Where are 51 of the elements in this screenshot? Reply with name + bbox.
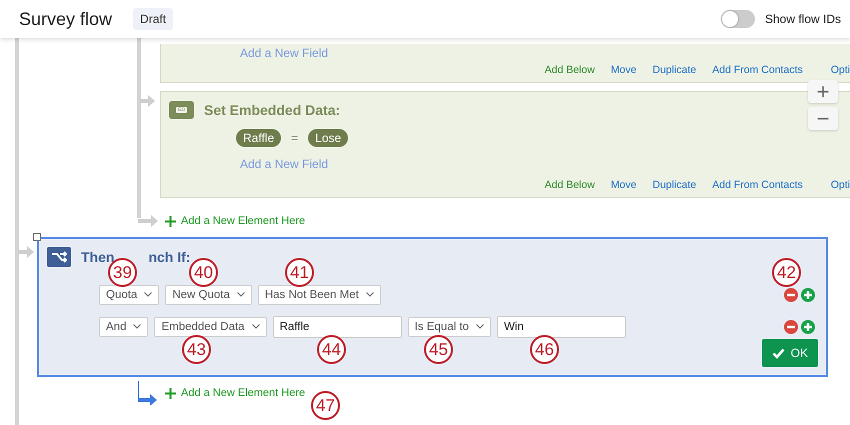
- collapse-icon[interactable]: [33, 233, 41, 241]
- dropdown[interactable]: Is Equal to: [408, 317, 491, 337]
- action-link[interactable]: Opti: [830, 64, 850, 76]
- dropdown[interactable]: Embedded Data: [154, 317, 267, 337]
- dropdown[interactable]: New Quota: [165, 285, 252, 305]
- caret-icon: [144, 292, 152, 298]
- toggle-label: Show flow IDs: [764, 12, 841, 26]
- callout-number: 47: [311, 391, 340, 420]
- ok-button[interactable]: OK: [762, 339, 818, 367]
- remove-icon[interactable]: [784, 320, 798, 334]
- action-link[interactable]: Add From Contacts: [712, 179, 803, 191]
- status-badge: Draft: [133, 8, 174, 30]
- value-pill[interactable]: Lose: [308, 129, 348, 147]
- text-field[interactable]: Raffle: [272, 316, 402, 338]
- plus-icon[interactable]: [165, 388, 176, 398]
- add-icon[interactable]: [801, 288, 815, 302]
- caret-icon: [236, 292, 245, 298]
- connector-arrow-icon: [138, 381, 158, 405]
- add-field-link[interactable]: Add a New Field: [240, 157, 328, 171]
- caret-icon: [476, 324, 484, 330]
- action-link[interactable]: Move: [610, 64, 636, 76]
- action-link[interactable]: Add Below: [544, 64, 595, 76]
- add-element-link[interactable]: Add a New Element Here: [181, 215, 306, 227]
- page-title: Survey flow: [19, 8, 112, 30]
- toggle-switch[interactable]: [720, 10, 755, 28]
- field-pill[interactable]: Raffle: [236, 129, 282, 147]
- zoom-out-button[interactable]: −: [808, 107, 838, 130]
- action-link[interactable]: Move: [610, 179, 636, 191]
- action-link[interactable]: Duplicate: [652, 179, 696, 191]
- dropdown[interactable]: Quota: [99, 285, 160, 305]
- caret-icon: [366, 292, 374, 298]
- dropdown[interactable]: Has Not Been Met: [258, 285, 381, 305]
- caret-icon: [252, 324, 260, 330]
- add-element-link[interactable]: Add a New Element Here: [181, 387, 306, 399]
- plus-icon[interactable]: [165, 216, 176, 226]
- block-title: nch If:: [148, 249, 190, 265]
- remove-icon[interactable]: [784, 288, 798, 302]
- action-link[interactable]: Opti: [830, 179, 850, 191]
- action-link[interactable]: Duplicate: [652, 64, 696, 76]
- caret-icon: [133, 324, 142, 330]
- add-field-link[interactable]: Add a New Field: [240, 46, 328, 60]
- operator: =: [291, 131, 298, 145]
- block-title: Set Embedded Data:: [204, 102, 340, 118]
- zoom-in-button[interactable]: +: [808, 80, 838, 103]
- check-icon: [772, 348, 785, 358]
- action-link[interactable]: Add Below: [544, 179, 595, 191]
- add-icon[interactable]: [801, 320, 815, 334]
- dropdown[interactable]: And: [99, 317, 148, 337]
- branch-icon: [47, 247, 71, 267]
- action-link[interactable]: Add From Contacts: [712, 64, 803, 76]
- text-field[interactable]: Win: [496, 316, 626, 338]
